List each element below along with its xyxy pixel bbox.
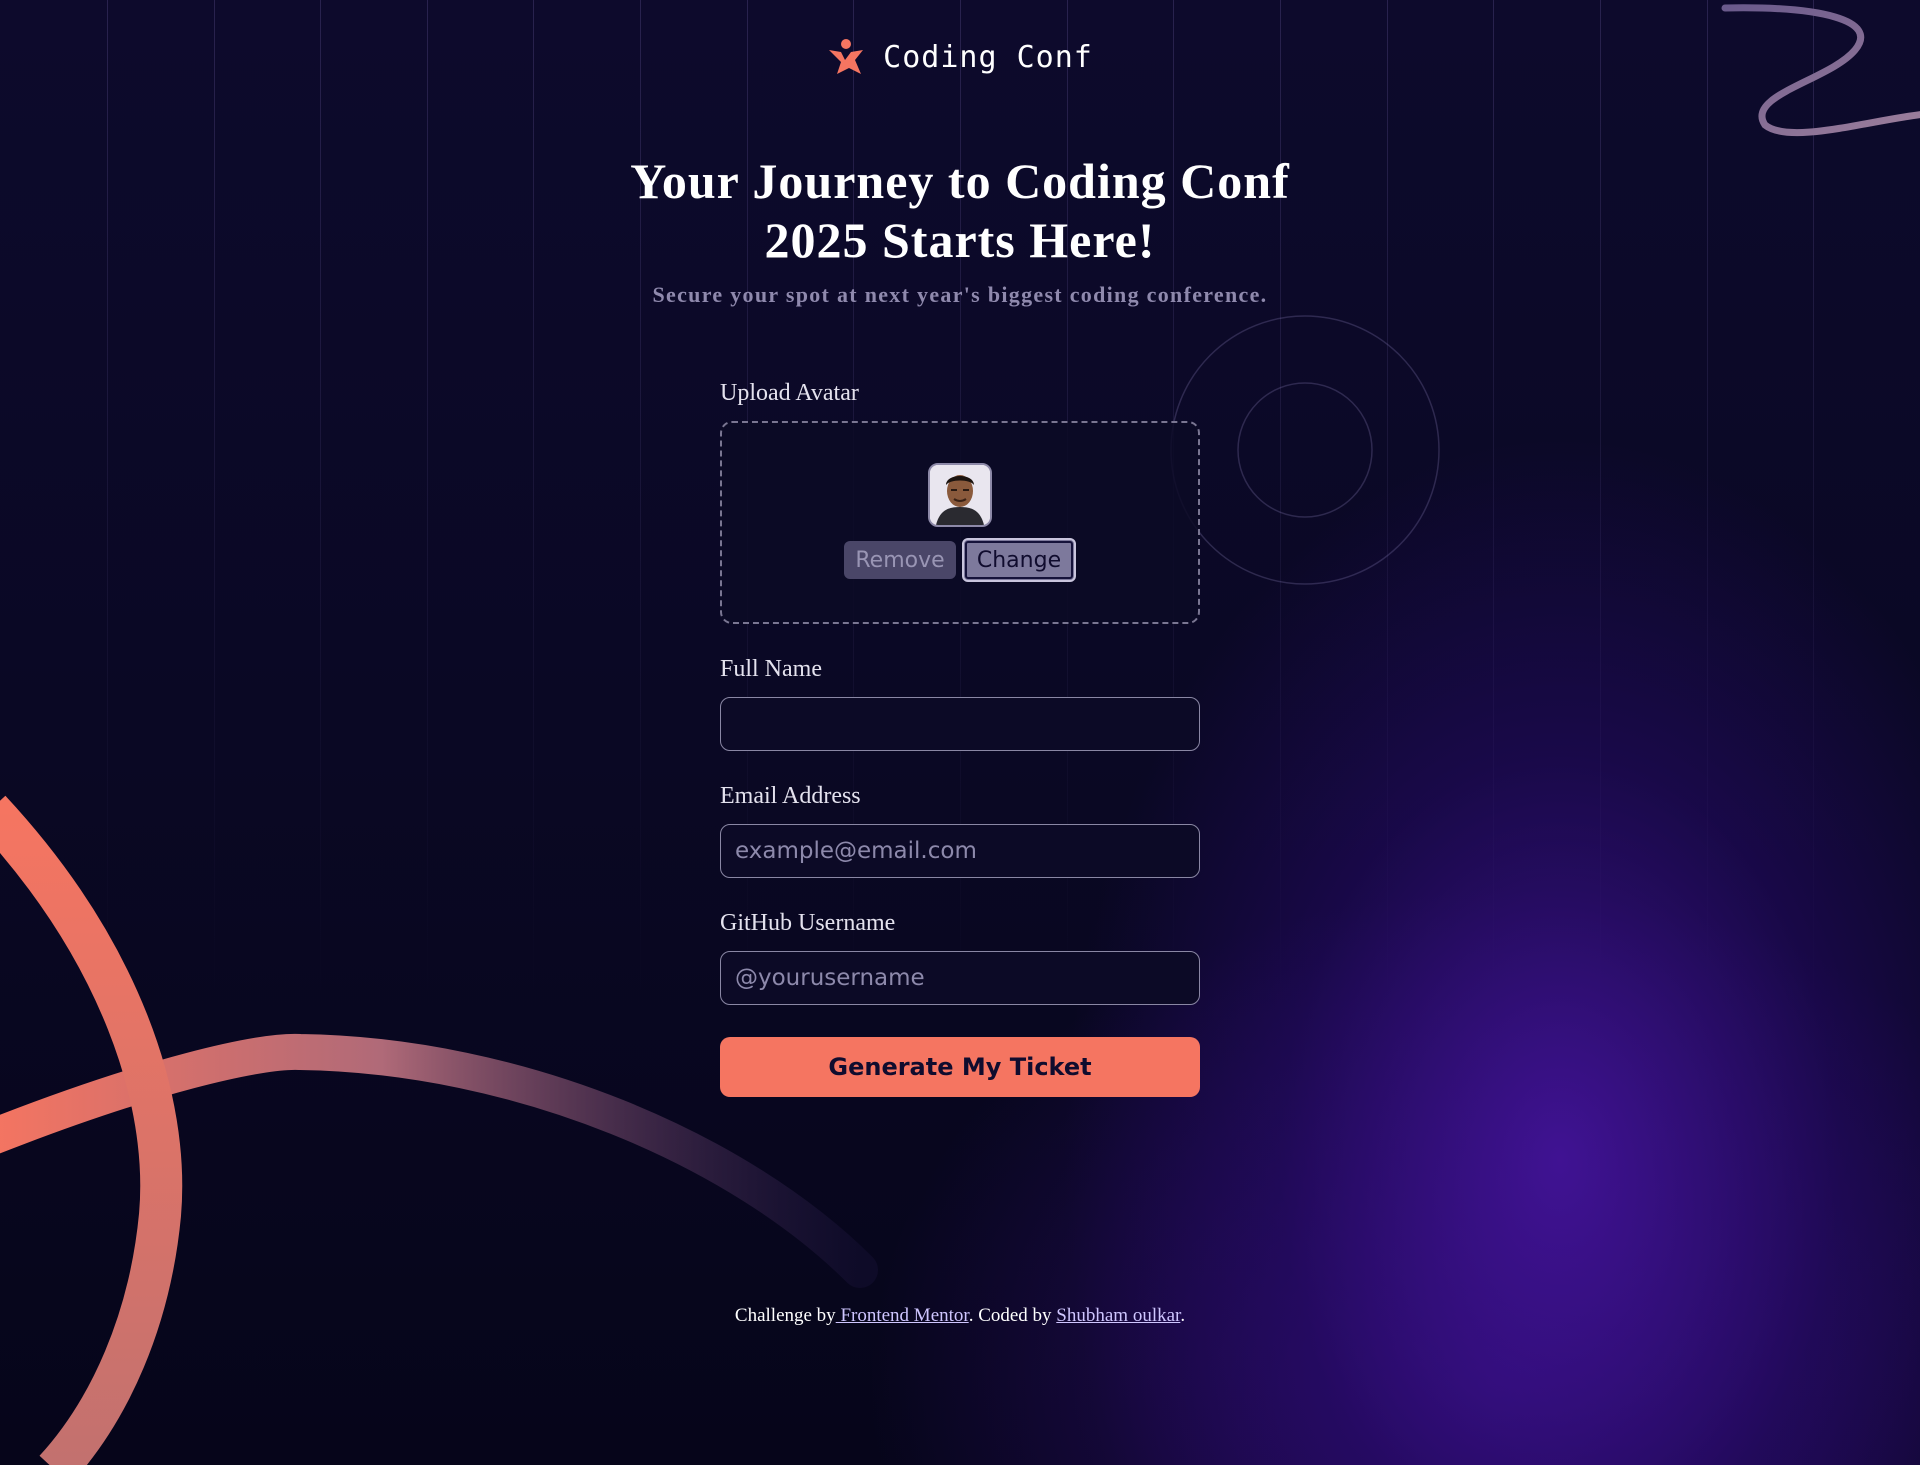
- deco-circle-inner: [1237, 382, 1373, 518]
- page-subtitle: Secure your spot at next year's biggest …: [652, 282, 1268, 307]
- page-title-line1: Your Journey to Coding Conf: [630, 153, 1290, 209]
- github-username-input[interactable]: [720, 951, 1200, 1005]
- email-input[interactable]: [720, 824, 1200, 878]
- page-title: Your Journey to Coding Conf 2025 Starts …: [0, 152, 1920, 270]
- footer-middle: . Coded by: [968, 1305, 1057, 1326]
- change-avatar-button[interactable]: Change: [962, 538, 1076, 582]
- avatar-upload-dropzone[interactable]: Remove Change: [720, 421, 1200, 624]
- ticket-form: Upload Avatar Remove Change Full Name Em…: [720, 380, 1200, 1097]
- author-link[interactable]: Shubham oulkar: [1056, 1305, 1180, 1326]
- footer-prefix: Challenge by: [734, 1305, 836, 1326]
- email-label: Email Address: [720, 783, 861, 809]
- hero-section: Your Journey to Coding Conf 2025 Starts …: [0, 152, 1920, 308]
- remove-avatar-button[interactable]: Remove: [844, 541, 956, 579]
- full-name-label: Full Name: [720, 656, 822, 682]
- deco-circle-outer: [1170, 315, 1440, 585]
- avatar-actions: Remove Change: [844, 538, 1076, 582]
- brand-name: Coding Conf: [883, 39, 1093, 75]
- email-field-group: Email Address: [720, 783, 1200, 878]
- page-title-line2: 2025 Starts Here!: [764, 212, 1156, 268]
- avatar-photo: [930, 465, 990, 525]
- upload-avatar-label: Upload Avatar: [720, 380, 859, 406]
- generate-ticket-button[interactable]: Generate My Ticket: [720, 1037, 1200, 1097]
- github-field-group: GitHub Username: [720, 910, 1200, 1005]
- full-name-input[interactable]: [720, 697, 1200, 751]
- footer-suffix: .: [1180, 1305, 1186, 1326]
- github-username-label: GitHub Username: [720, 910, 896, 936]
- frontend-mentor-link[interactable]: Frontend Mentor: [836, 1305, 968, 1326]
- brand-header: Coding Conf: [0, 38, 1920, 76]
- coding-conf-logo-icon: [829, 39, 864, 74]
- avatar-preview: [928, 463, 992, 527]
- attribution-footer: Challenge by Frontend Mentor. Coded by S…: [0, 1305, 1920, 1327]
- full-name-field-group: Full Name: [720, 656, 1200, 751]
